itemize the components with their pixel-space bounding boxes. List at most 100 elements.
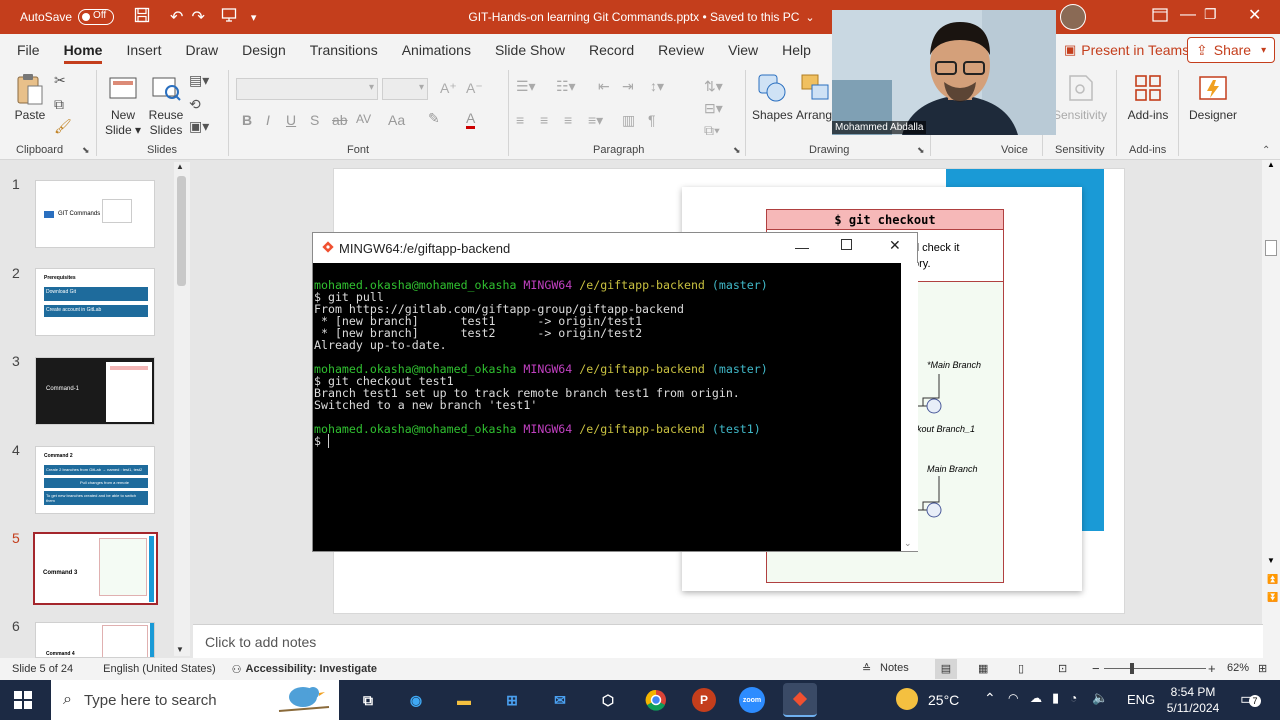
increase-indent-icon[interactable]: ⇥ xyxy=(622,78,634,95)
slide-thumbnail-5[interactable]: Command 3 xyxy=(33,532,158,605)
italic-button[interactable]: I xyxy=(266,112,270,128)
align-right-icon[interactable]: ≡ xyxy=(564,112,572,128)
close-icon[interactable]: ✕ xyxy=(1248,5,1261,25)
ribbon-display-icon[interactable] xyxy=(1152,8,1168,27)
powerpoint-icon[interactable]: P xyxy=(692,688,716,712)
collapse-ribbon-icon[interactable]: ⌃ xyxy=(1262,145,1270,156)
show-hidden-icons-icon[interactable]: ⌃ xyxy=(984,690,996,707)
font-name-select[interactable]: ▾ xyxy=(236,78,378,100)
taskbar-search-box[interactable]: ⌕ Type here to search xyxy=(51,680,339,720)
section-icon[interactable]: ▣▾ xyxy=(189,118,209,135)
terminal-window[interactable]: MINGW64:/e/giftapp-backend — ✕ mohamed.o… xyxy=(312,232,918,552)
decrease-indent-icon[interactable]: ⇤ xyxy=(598,78,610,95)
restore-icon[interactable]: ❐ xyxy=(1204,6,1217,23)
thumbnails-scrollbar[interactable]: ▲ ▼ xyxy=(174,162,190,656)
justify-icon[interactable]: ≡▾ xyxy=(588,112,603,129)
menu-insert[interactable]: Insert xyxy=(114,34,173,66)
smartart-icon[interactable]: ⧉▾ xyxy=(704,122,720,139)
volume-icon[interactable]: 🔈 xyxy=(1092,690,1108,706)
accessibility-status[interactable]: Accessibility: Investigate xyxy=(246,663,377,675)
zoom-slider[interactable] xyxy=(1104,663,1206,674)
clock[interactable]: 8:54 PM 5/11/2024 xyxy=(1160,684,1226,716)
menu-view[interactable]: View xyxy=(716,34,770,66)
zoom-level[interactable]: 62% xyxy=(1227,662,1249,674)
scrollbar-thumb[interactable] xyxy=(177,176,186,286)
format-painter-icon[interactable]: 🖌 xyxy=(54,118,72,135)
input-language[interactable]: ENG xyxy=(1127,692,1155,707)
wifi-icon[interactable]: ◔ xyxy=(1070,691,1077,705)
arrange-button[interactable]: Arrang xyxy=(796,72,832,123)
menu-animations[interactable]: Animations xyxy=(390,34,483,66)
slide-sorter-icon[interactable]: ▦ xyxy=(978,662,988,675)
reading-view-icon[interactable]: ▯ xyxy=(1018,662,1024,675)
increase-font-icon[interactable]: A⁺ xyxy=(440,80,457,97)
language-indicator[interactable]: English (United States) xyxy=(103,663,216,675)
notes-button[interactable]: Notes xyxy=(880,662,909,674)
slide-thumbnail-3[interactable]: Command-1 xyxy=(35,357,155,425)
vscode-icon[interactable]: ⬡ xyxy=(591,683,625,717)
terminal-scrollbar[interactable]: ⌄ xyxy=(901,263,918,551)
slide-thumbnail-6[interactable]: Command 4 xyxy=(35,622,155,658)
present-in-teams-button[interactable]: ▣ Present in Teams xyxy=(1056,37,1197,63)
menu-home[interactable]: Home xyxy=(52,34,115,66)
undo-icon[interactable]: ↶ xyxy=(170,7,183,27)
highlight-icon[interactable]: ✎ xyxy=(428,110,440,127)
mail-icon[interactable]: ✉ xyxy=(543,683,577,717)
menu-help[interactable]: Help xyxy=(770,34,823,66)
numbering-icon[interactable]: ☷▾ xyxy=(556,78,576,95)
weather-icon[interactable] xyxy=(896,688,918,710)
notes-pane[interactable]: Click to add notes xyxy=(193,624,1263,658)
paragraph-mark-icon[interactable]: ¶ xyxy=(648,112,656,128)
reuse-slides-button[interactable]: Reuse Slides xyxy=(146,72,186,138)
store-icon[interactable]: ⊞ xyxy=(495,683,529,717)
menu-record[interactable]: Record xyxy=(577,34,646,66)
task-view-icon[interactable]: ⧉ xyxy=(351,683,385,717)
onedrive-icon[interactable]: ☁ xyxy=(1030,691,1042,705)
temperature[interactable]: 25°C xyxy=(928,692,959,708)
change-case-button[interactable]: Aa xyxy=(388,112,405,128)
paste-button[interactable]: Paste xyxy=(10,72,50,123)
text-direction-icon[interactable]: ⇅▾ xyxy=(704,78,723,95)
columns-icon[interactable]: ▥ xyxy=(622,112,635,129)
close-icon[interactable]: ✕ xyxy=(889,237,901,254)
windows-start-icon[interactable] xyxy=(6,683,40,717)
dialog-launcher-icon[interactable]: ⬊ xyxy=(733,145,741,156)
present-from-start-icon[interactable] xyxy=(221,7,237,28)
fit-to-window-icon[interactable]: ⊞ xyxy=(1258,662,1267,675)
zoom-in-icon[interactable]: + xyxy=(1208,661,1216,676)
decrease-font-icon[interactable]: A⁻ xyxy=(466,80,483,97)
chevron-down-icon[interactable]: ⌄ xyxy=(805,11,814,24)
font-size-select[interactable]: ▾ xyxy=(382,78,428,100)
notifications-icon[interactable]: ▭ 7 xyxy=(1240,689,1261,709)
chrome-icon[interactable] xyxy=(639,683,673,717)
designer-button[interactable]: Designer xyxy=(1184,72,1242,123)
menu-review[interactable]: Review xyxy=(646,34,716,66)
menu-slide-show[interactable]: Slide Show xyxy=(483,34,577,66)
line-spacing-icon[interactable]: ↕▾ xyxy=(650,78,664,95)
file-explorer-icon[interactable]: ▬ xyxy=(447,683,481,717)
slide-thumbnail-1[interactable]: GIT Commands xyxy=(35,180,155,248)
autosave-toggle[interactable]: Off xyxy=(78,9,115,25)
customize-toolbar-icon[interactable]: ▾ xyxy=(251,11,257,24)
network-icon[interactable]: ◠ xyxy=(1008,691,1018,705)
align-text-icon[interactable]: ⊟▾ xyxy=(704,100,723,117)
scrollbar-thumb[interactable] xyxy=(1265,240,1277,256)
slide-show-icon[interactable]: ⊡ xyxy=(1058,662,1067,675)
scroll-down-icon[interactable]: ▼ xyxy=(1267,556,1275,565)
add-ins-button[interactable]: Add-ins xyxy=(1122,72,1174,123)
menu-draw[interactable]: Draw xyxy=(173,34,230,66)
slide-thumbnail-4[interactable]: Command 2 Create 2 branches from GitLab … xyxy=(35,446,155,514)
slide-scrollbar[interactable]: ▲ ▼ ⏫ ⏬ xyxy=(1262,160,1280,658)
git-bash-icon[interactable] xyxy=(783,683,817,717)
reset-icon[interactable]: ⟲ xyxy=(189,96,201,113)
maximize-icon[interactable] xyxy=(841,239,852,250)
cut-icon[interactable]: ✂ xyxy=(54,72,66,89)
battery-icon[interactable]: ▮ xyxy=(1052,690,1059,706)
avatar[interactable] xyxy=(1060,4,1086,30)
strikethrough-icon[interactable]: ab xyxy=(332,112,348,128)
font-color-icon[interactable]: A xyxy=(466,110,476,129)
next-slide-icon[interactable]: ⏬ xyxy=(1267,592,1278,603)
previous-slide-icon[interactable]: ⏫ xyxy=(1267,574,1278,585)
align-center-icon[interactable]: ≡ xyxy=(540,112,548,128)
dialog-launcher-icon[interactable]: ⬊ xyxy=(917,145,925,156)
